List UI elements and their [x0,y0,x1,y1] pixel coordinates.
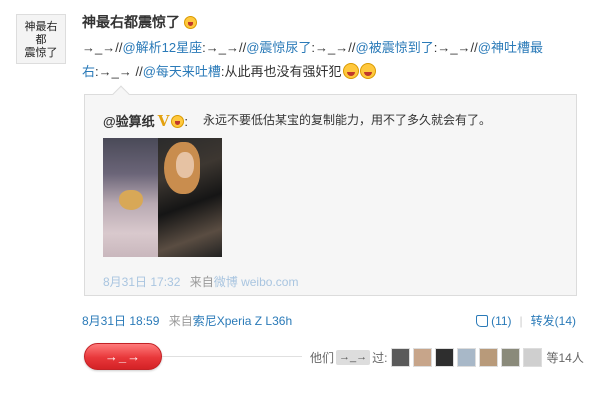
shocked-emoji-icon [171,115,185,128]
quoted-post: @验算纸 V: 永远不要低估某宝的复制能力，用不了多久就会有了。 8月31日 17… [84,85,577,296]
grin-emoji-icon [359,63,376,79]
quote-author[interactable]: @验算纸 V: [103,111,188,130]
post-text-segment: :从此再也没有强奸犯 [220,64,342,79]
quote-source-prefix: 来自 [189,275,214,289]
photo-left-half [103,138,158,257]
reactors-row: 他们 →_→ 过: 等14人 [310,348,584,367]
reactor-avatar[interactable] [501,348,521,367]
repost-button[interactable]: 转发(14) [531,312,576,329]
quote-time-link[interactable]: 8月31日 17:32 [103,275,180,289]
post-text-segment: :→_→ // [95,64,143,79]
post-text-segment: →_→// [82,40,123,55]
reactor-count-link[interactable]: 等14人 [546,349,583,366]
post-source-link[interactable]: 索尼Xperia Z L36h [193,314,292,328]
doge-shape [119,190,143,210]
grin-emoji-icon [342,63,359,79]
avatar-text: 神最右 都 震惊了 [24,19,58,59]
post-text-segment: :→_→// [433,40,478,55]
reactor-avatars [391,348,545,367]
shocked-emoji-icon [184,16,197,29]
mention-link[interactable]: @震惊尿了 [246,40,311,55]
photo-face [176,152,194,178]
mention-link[interactable]: @解析12星座 [122,40,202,55]
quote-photo[interactable] [103,138,222,257]
reactor-avatar[interactable] [457,348,477,367]
mention-link[interactable]: @每天来吐槽 [143,64,221,79]
photo-right-half [158,138,222,257]
post-source-prefix: 来自 [168,314,193,328]
action-divider: | [519,313,523,328]
post-time-link[interactable]: 8月31日 18:59 [82,314,159,328]
reactor-avatar[interactable] [523,348,543,367]
emoji-react-button[interactable]: →_→ [84,343,162,370]
quote-caret [112,85,130,103]
author-name-text: 神最右都震惊了 [82,14,180,30]
quote-author-name: @验算纸 [103,114,155,129]
reaction-chip: →_→ [336,350,371,365]
post-meta: 8月31日 18:59 来自索尼Xperia Z L36h [82,312,292,329]
post-actions: (11) | 转发(14) [476,312,576,329]
reactor-avatar[interactable] [413,348,433,367]
reactor-avatar[interactable] [435,348,455,367]
quote-meta: 8月31日 17:32 来自微博 weibo.com [103,273,298,290]
others-suffix: 过: [372,351,388,365]
others-prefix: 他们 [310,351,335,365]
mention-link[interactable]: @被震惊到了 [356,40,434,55]
reactor-avatar[interactable] [391,348,411,367]
author-name[interactable]: 神最右都震惊了 [82,12,197,32]
post-text: →_→//@解析12星座:→_→//@震惊尿了:→_→//@被震惊到了:→_→/… [82,36,582,84]
verified-badge-icon: V [157,112,170,130]
quote-source-link[interactable]: 微博 weibo.com [214,275,299,289]
post-text-segment: :→_→// [311,40,356,55]
thumbs-up-icon[interactable] [476,314,489,327]
post-text-segment: :→_→// [202,40,247,55]
reactor-avatar[interactable] [479,348,499,367]
author-avatar[interactable]: 神最右 都 震惊了 [16,14,66,64]
quote-text: 永远不要低估某宝的复制能力，用不了多久就会有了。 [203,113,492,127]
like-button[interactable]: (11) [491,314,511,328]
divider-line [162,356,302,357]
